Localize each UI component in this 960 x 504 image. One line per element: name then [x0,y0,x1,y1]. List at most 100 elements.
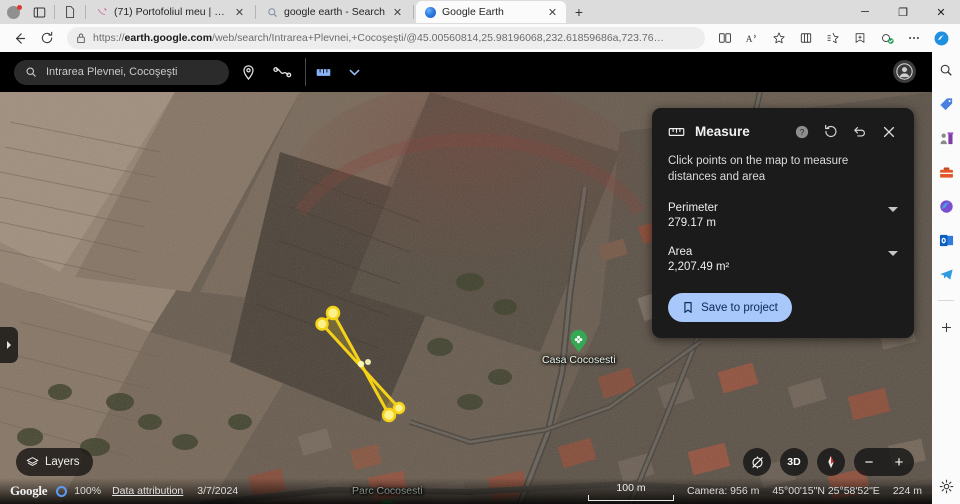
elevation: 224 m [892,485,922,497]
scale-bar: 100 m [587,482,674,501]
browser-sidebar-rail [932,52,960,504]
google-logo: Google [10,483,48,498]
area-label: Area [668,246,693,259]
tab-title: Google Earth [441,6,504,18]
shopping-tag-icon[interactable] [936,94,956,114]
add-favorite-icon[interactable] [847,26,873,50]
poi-casa-cocosesti[interactable]: Casa Cocosesti [542,330,616,366]
tools-icon[interactable] [936,162,956,182]
browser-navigation-bar: https://earth.google.com/web/search/Intr… [0,24,960,52]
undo-icon[interactable] [850,122,869,141]
3d-toggle-button[interactable]: 3D [780,448,808,476]
close-icon[interactable]: ✕ [545,5,560,20]
divider [938,300,954,301]
new-tab-button[interactable]: + [566,0,592,24]
read-aloud-icon[interactable]: A [739,26,765,50]
google-earth-app: Casa Cocosesti Parc Cocosesti Laye [0,52,932,504]
camera-altitude: Camera: 956 m [686,485,760,497]
coordinates: 45°00'15"N 25°58'52"E [772,485,880,497]
divider [85,5,86,19]
divider [255,5,256,19]
help-icon[interactable]: ? [792,122,811,141]
divider [54,5,55,19]
browser-tab-0[interactable]: (71) Portofoliul meu | maxIMO C ✕ [88,1,253,23]
perimeter-label: Perimeter [668,202,718,215]
svg-text:?: ? [799,128,804,137]
outlook-icon[interactable] [936,230,956,250]
address-bar[interactable]: https://earth.google.com/web/search/Intr… [67,27,705,49]
telegram-icon[interactable] [936,264,956,284]
browser-tab-1[interactable]: google earth - Search ✕ [258,1,411,23]
search-icon [25,66,37,78]
collections-icon[interactable] [820,26,846,50]
account-avatar-icon[interactable] [893,60,916,83]
back-button[interactable] [6,26,32,50]
close-window-button[interactable]: ✕ [922,0,960,24]
compass-icon[interactable] [817,448,845,476]
map-status-bar: Google 100% Data attribution 3/7/2024 10… [0,478,932,504]
loading-ring-icon [56,485,68,497]
path-icon[interactable] [267,58,297,86]
split-screen-icon[interactable] [712,26,738,50]
left-panel-expand-button[interactable] [0,327,18,363]
pin-icon[interactable] [233,58,263,86]
minimize-button[interactable]: ─ [846,0,884,24]
app-root: (71) Portofoliul meu | maxIMO C ✕ google… [0,0,960,504]
avatar [6,4,22,19]
maximize-button[interactable]: ❐ [884,0,922,24]
browser-essentials-icon[interactable] [793,26,819,50]
tilt-reset-icon[interactable] [743,448,771,476]
url-text: https://earth.google.com/web/search/Intr… [93,32,665,44]
zoom-controls: − + [854,448,914,476]
tab-actions-button[interactable] [26,0,52,24]
search-input[interactable]: Intrarea Plevnei, Cocoşeşti [14,59,229,85]
measure-panel-title: Measure [695,124,750,139]
perimeter-row[interactable]: Perimeter 279.17 m [668,202,898,229]
browser-tab-strip: (71) Portofoliul meu | maxIMO C ✕ google… [0,0,960,24]
zoom-in-button[interactable]: + [884,454,914,471]
clover-icon [570,330,588,352]
redo-icon[interactable] [821,122,840,141]
new-document-button[interactable] [57,0,83,24]
settings-gear-icon[interactable] [936,476,956,496]
close-icon[interactable] [879,122,898,141]
area-row[interactable]: Area 2,207.49 m² [668,246,898,273]
copilot-360-icon[interactable] [936,196,956,216]
ruler-icon[interactable] [305,58,335,86]
chevron-down-icon[interactable] [888,251,898,257]
refresh-button[interactable] [34,26,60,50]
add-sidebar-icon[interactable] [936,317,956,337]
layers-icon [26,456,39,469]
area-value: 2,207.49 m² [668,261,730,274]
save-to-project-label: Save to project [701,301,778,314]
layers-button[interactable]: Layers [16,448,93,476]
chevron-down-icon[interactable] [339,58,369,86]
poi-label: Casa Cocosesti [542,354,616,366]
status-right-group: 100 m Camera: 956 m 45°00'15"N 25°58'52"… [587,482,922,501]
profile-avatar-button[interactable] [0,0,26,24]
close-icon[interactable]: ✕ [232,5,247,20]
measure-panel: Measure ? Click points on the map to mea… [652,108,914,339]
shopping-icon[interactable] [874,26,900,50]
measure-panel-header: Measure ? [668,122,898,141]
more-options-icon[interactable] [901,26,927,50]
svg-text:A: A [746,35,753,45]
chevron-down-icon[interactable] [888,207,898,213]
search-icon[interactable] [936,60,956,80]
save-to-project-button[interactable]: Save to project [668,293,792,323]
layers-label: Layers [45,456,80,468]
perimeter-text: Perimeter 279.17 m [668,202,888,229]
measure-description: Click points on the map to measure dista… [668,155,849,183]
search-icon [266,6,279,19]
data-attribution-link[interactable]: Data attribution [112,485,183,497]
favorite-star-icon[interactable] [766,26,792,50]
browser-tab-2[interactable]: Google Earth ✕ [415,1,566,23]
search-value: Intrarea Plevnei, Cocoşeşti [46,66,178,78]
earth-top-bar: Intrarea Plevnei, Cocoşeşti [0,52,932,92]
bookmark-icon [682,301,694,314]
close-icon[interactable]: ✕ [390,5,405,20]
lock-icon [76,32,86,44]
games-icon[interactable] [936,128,956,148]
zoom-out-button[interactable]: − [854,454,884,471]
copilot-icon[interactable] [928,26,954,50]
